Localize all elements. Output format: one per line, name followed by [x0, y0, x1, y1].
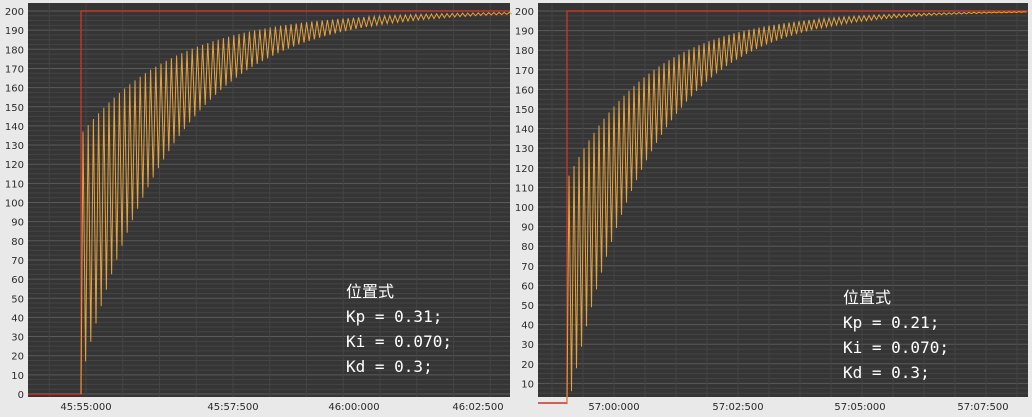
- y-tick-label: 150: [515, 105, 534, 116]
- x-tick-label: 57:05:000: [834, 402, 885, 413]
- y-tick-label: 80: [521, 242, 534, 253]
- y-tick-label: 190: [5, 26, 24, 37]
- y-tick-label: 180: [5, 45, 24, 56]
- annotation-text: Ki = 0.070;: [843, 338, 949, 357]
- y-tick-label: 120: [515, 164, 534, 175]
- annotation-text: Kd = 0.3;: [843, 363, 930, 382]
- x-tick-label: 46:00:000: [328, 402, 379, 413]
- y-tick-label: 190: [515, 27, 534, 38]
- y-tick-label: 150: [5, 103, 24, 114]
- y-tick-label: 50: [521, 301, 534, 312]
- y-tick-label: 40: [521, 321, 534, 332]
- y-tick-label: 130: [5, 141, 24, 152]
- y-tick-label: 70: [521, 262, 534, 273]
- annotation-text: Kp = 0.21;: [843, 313, 939, 332]
- annotation-text: 位置式: [843, 288, 891, 307]
- x-tick-label: 57:02:500: [712, 402, 763, 413]
- y-tick-label: 10: [521, 379, 534, 390]
- y-tick-label: 140: [515, 125, 534, 136]
- y-tick-label: 100: [5, 199, 24, 210]
- y-tick-label: 50: [11, 294, 24, 305]
- annotation-text: Kd = 0.3;: [346, 357, 433, 376]
- y-tick-label: 60: [11, 275, 24, 286]
- y-tick-label: 110: [5, 179, 24, 190]
- y-tick-label: 60: [521, 281, 534, 292]
- y-tick-label: 30: [521, 340, 534, 351]
- y-tick-label: 90: [521, 223, 534, 234]
- annotation-text: 位置式: [346, 282, 394, 301]
- x-tick-label: 45:55:000: [60, 402, 111, 413]
- x-tick-label: 46:02:500: [452, 402, 503, 413]
- y-tick-label: 180: [515, 46, 534, 57]
- y-tick-label: 130: [515, 144, 534, 155]
- chart-right: 10 20 30 40 50 60 70 80 90 100 110 120 130 140 150 160 1…: [515, 3, 1028, 413]
- y-tick-label: 20: [11, 352, 24, 363]
- y-tick-label: 110: [515, 183, 534, 194]
- y-tick-label: 70: [11, 256, 24, 267]
- y-tick-label: 200: [5, 7, 24, 18]
- x-tick-label: 57:00:000: [588, 402, 639, 413]
- x-tick-label: 57:07:500: [957, 402, 1008, 413]
- y-tick-label: 80: [11, 237, 24, 248]
- y-tick-label: 170: [515, 66, 534, 77]
- annotation-text: Ki = 0.070;: [346, 332, 452, 351]
- y-tick-label: 160: [515, 85, 534, 96]
- y-tick-label: 90: [11, 218, 24, 229]
- y-tick-label: 160: [5, 84, 24, 95]
- annotation-text: Kp = 0.31;: [346, 307, 442, 326]
- chart-left-panel: 0 10 20 30 40 50 60 70 80 90 100 110 120 130 140 150 160…: [0, 0, 514, 417]
- y-tick-label: 0: [18, 390, 24, 401]
- y-tick-label: 10: [11, 371, 24, 382]
- chart-left: 0 10 20 30 40 50 60 70 80 90 100 110 120 130 140 150 160…: [5, 3, 513, 413]
- y-tick-label: 30: [11, 333, 24, 344]
- y-tick-label: 170: [5, 64, 24, 75]
- x-tick-label: 45:57:500: [207, 402, 258, 413]
- chart-right-panel: 10 20 30 40 50 60 70 80 90 100 110 120 130 140 150 160 1…: [514, 0, 1032, 417]
- y-tick-label: 40: [11, 313, 24, 324]
- y-tick-label: 120: [5, 160, 24, 171]
- y-tick-label: 200: [515, 7, 534, 18]
- y-tick-label: 20: [521, 360, 534, 371]
- y-tick-label: 100: [515, 203, 534, 214]
- y-tick-label: 140: [5, 122, 24, 133]
